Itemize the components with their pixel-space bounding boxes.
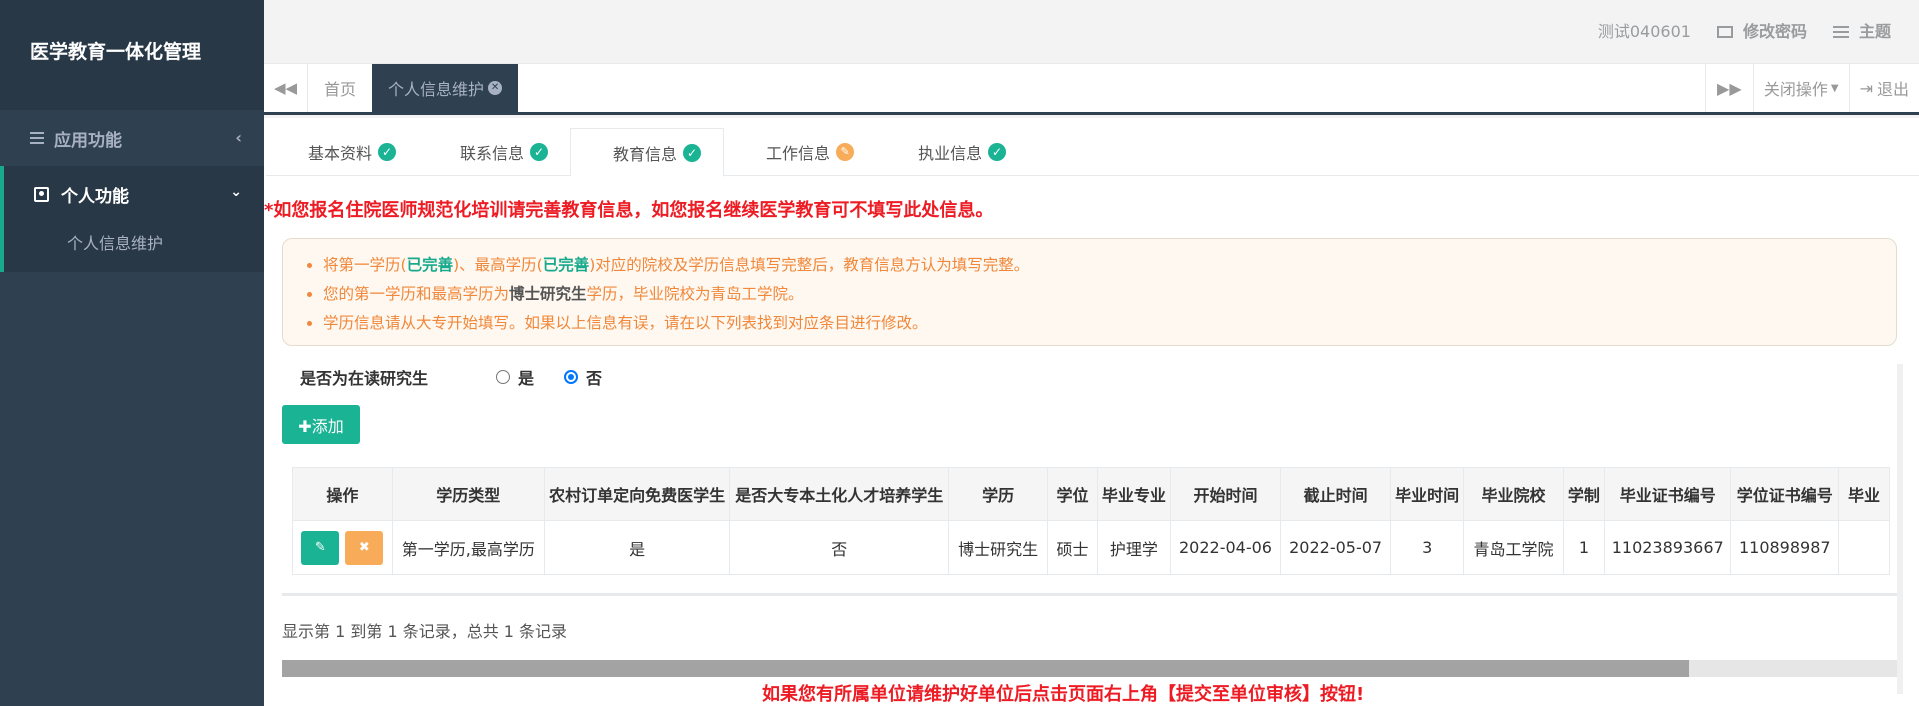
subtab-practice[interactable]: 执业信息 ✓: [876, 128, 1028, 176]
col-header: 毕业专业: [1096, 467, 1171, 521]
app-title: 医学教育一体化管理: [0, 0, 264, 110]
subtab-basic[interactable]: 基本资料 ✓: [266, 128, 418, 176]
col-header: 学制: [1562, 467, 1605, 521]
table-cell: 是: [543, 520, 731, 575]
double-chevron-left-icon: ◀◀: [273, 79, 298, 97]
top-header: 测试040601 修改密码 主题: [264, 0, 1919, 64]
col-header: 学历类型: [391, 467, 545, 521]
notice-line-1: 将第一学历(已完善)、最高学历(已完善)对应的院校及学历信息填写完整后，教育信息…: [323, 251, 1896, 280]
education-table: 操作 学历类型 农村订单定向免费医学生 是否大专本土化人才培养学生 学历 学位 …: [292, 467, 1890, 577]
col-header: 农村订单定向免费医学生: [543, 467, 731, 521]
table-cell: 3: [1390, 520, 1465, 575]
theme-link[interactable]: 主题: [1832, 18, 1891, 42]
tab-label: 个人信息维护: [388, 80, 485, 99]
tab-personal-info[interactable]: 个人信息维护 ✕: [372, 64, 519, 112]
close-operations-dropdown[interactable]: 关闭操作 ▼: [1752, 64, 1849, 112]
sidebar-group-label: 应用功能: [54, 130, 122, 151]
col-header: 学历: [947, 467, 1049, 521]
sidebar-group-apps[interactable]: 应用功能 ‹: [0, 110, 264, 166]
edit-circle-icon: ✎: [836, 143, 855, 161]
sidebar-item-personal-info[interactable]: 个人信息维护: [4, 222, 264, 262]
tabs-scroll-left-button[interactable]: ◀◀: [264, 64, 308, 112]
col-header: 毕业证书编号: [1603, 467, 1732, 521]
col-header: 是否大专本土化人才培养学生: [729, 467, 949, 521]
edit-row-button[interactable]: ✎: [301, 530, 340, 565]
col-header: 学位证书编号: [1730, 467, 1840, 521]
sidebar-group-personal: 个人功能 ⌄ 个人信息维护: [0, 166, 264, 272]
check-circle-icon: ✓: [683, 143, 702, 162]
horizontal-scrollbar[interactable]: [282, 660, 1898, 677]
double-chevron-right-icon: ▶▶: [1717, 78, 1742, 98]
user-card-icon: [34, 186, 49, 202]
table-divider: [282, 593, 1898, 596]
table-cell: 第一学历,最高学历: [391, 520, 545, 575]
table-cell: 11023893667: [1603, 520, 1732, 575]
sidebar-group-personal-header[interactable]: 个人功能 ⌄: [4, 166, 264, 222]
col-header: 操作: [292, 467, 393, 521]
col-header: 毕业: [1838, 467, 1890, 521]
education-warning: *如您报名住院医师规范化培训请完善教育信息，如您报名继续医学教育可不填写此处信息…: [264, 200, 994, 221]
close-tab-icon[interactable]: ✕: [488, 81, 503, 95]
table-cell: 1: [1562, 520, 1605, 575]
info-subtabs: 基本资料 ✓ 联系信息 ✓ 教育信息 ✓ 工作信息 ✎ 执业信息 ✓: [266, 128, 1919, 177]
notice-line-2: 您的第一学历和最高学历为博士研究生学历，毕业院校为青岛工学院。: [323, 280, 1896, 309]
main-content: 基本资料 ✓ 联系信息 ✓ 教育信息 ✓ 工作信息 ✎ 执业信息 ✓ *如您报名住院医师规…: [264, 118, 1919, 706]
graduate-question-label: 是否为在读研究生: [300, 369, 429, 388]
edit-icon: ✎: [314, 539, 326, 555]
education-info-notice: 将第一学历(已完善)、最高学历(已完善)对应的院校及学历信息填写完整后，教育信息…: [282, 238, 1897, 346]
delete-row-button[interactable]: ✖: [345, 530, 384, 565]
col-header: 毕业院校: [1463, 467, 1564, 521]
table-row: ✎ ✖ 第一学历,最高学历 是 否 博士研究生 硕士 护理学 2022-04-06…: [292, 520, 1890, 575]
add-education-button[interactable]: ✚添加: [282, 405, 360, 444]
sidebar-group-label: 个人功能: [61, 186, 129, 207]
id-card-icon: [1716, 26, 1733, 38]
vertical-scrollbar[interactable]: [1897, 364, 1903, 694]
scrollbar-thumb[interactable]: [282, 660, 1689, 677]
table-cell: 青岛工学院: [1463, 520, 1564, 575]
radio-no[interactable]: 否: [564, 365, 602, 389]
subtab-contact[interactable]: 联系信息 ✓: [418, 128, 570, 176]
col-header: 开始时间: [1169, 467, 1282, 521]
menu-icon: [30, 132, 44, 144]
col-header: 学位: [1047, 467, 1098, 521]
radio-no-input[interactable]: [564, 370, 579, 384]
caret-down-icon: ▼: [1830, 82, 1839, 94]
radio-yes[interactable]: 是: [496, 365, 534, 389]
check-circle-icon: ✓: [530, 143, 549, 161]
submit-unit-notice: 如果您有所属单位请维护好单位后点击页面右上角【提交至单位审核】按钮!: [762, 684, 1365, 705]
table-cell: 110898987: [1730, 520, 1840, 575]
col-header: 毕业时间: [1390, 467, 1465, 521]
change-password-link[interactable]: 修改密码: [1716, 18, 1807, 42]
check-circle-icon: ✓: [988, 143, 1007, 161]
table-cell: 博士研究生: [947, 520, 1049, 575]
table-cell: 否: [729, 520, 949, 575]
chevron-left-icon: ‹: [235, 128, 242, 147]
subtab-education[interactable]: 教育信息 ✓: [570, 128, 725, 177]
chevron-down-icon: ⌄: [230, 184, 242, 200]
radio-yes-input[interactable]: [496, 370, 511, 384]
page-tabs-bar: ◀◀ 首页 个人信息维护 ✕ ▶▶ 关闭操作 ▼ ⇥ 退出: [264, 64, 1919, 115]
tab-home[interactable]: 首页: [308, 64, 372, 112]
tabs-scroll-right-button[interactable]: ▶▶: [1704, 64, 1753, 112]
sidebar: 医学教育一体化管理 应用功能 ‹ 个人功能 ⌄ 个人信息维护: [0, 0, 264, 706]
current-user: 测试040601: [1597, 22, 1691, 41]
col-header: 截止时间: [1280, 467, 1392, 521]
table-cell: 硕士: [1047, 520, 1098, 575]
table-cell: 护理学: [1096, 520, 1171, 575]
graduate-student-question: 是否为在读研究生 是 否: [300, 365, 602, 389]
table-header-row: 操作 学历类型 农村订单定向免费医学生 是否大专本土化人才培养学生 学历 学位 …: [292, 467, 1890, 521]
notice-line-3: 学历信息请从大专开始填写。如果以上信息有误，请在以下列表找到对应条目进行修改。: [323, 309, 1896, 338]
table-cell: 2022-05-07: [1280, 520, 1392, 575]
subtab-work[interactable]: 工作信息 ✎: [724, 128, 876, 176]
logout-button[interactable]: ⇥ 退出: [1848, 64, 1919, 112]
table-cell: [1838, 520, 1890, 575]
row-actions: ✎ ✖: [292, 520, 393, 575]
theme-icon: [1832, 26, 1849, 38]
check-circle-icon: ✓: [378, 143, 397, 161]
close-icon: ✖: [358, 539, 370, 555]
logout-icon: ⇥: [1859, 78, 1873, 98]
table-cell: 2022-04-06: [1169, 520, 1282, 575]
pagination-info: 显示第 1 到第 1 条记录，总共 1 条记录: [282, 622, 568, 641]
